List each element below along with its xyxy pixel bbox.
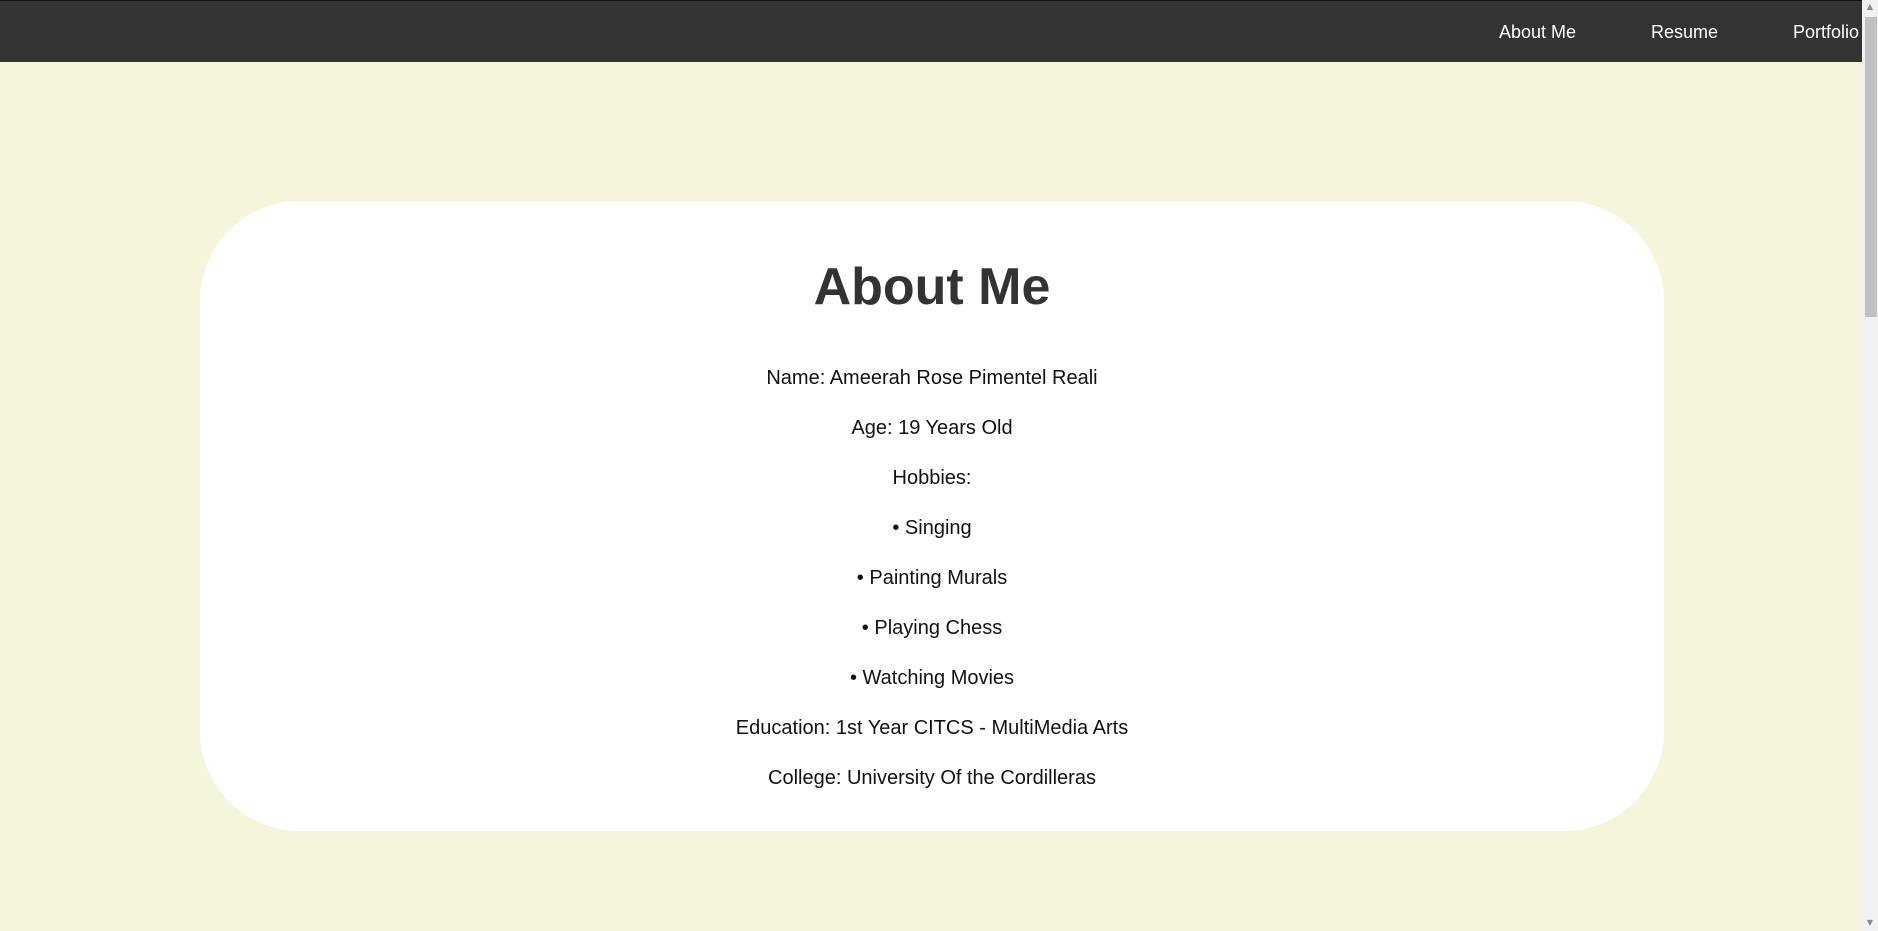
top-navbar: About Me Resume Portfolio: [0, 0, 1868, 62]
education-line: Education: 1st Year CITCS - MultiMedia A…: [735, 717, 1129, 739]
hobby-item-painting-murals: • Painting Murals: [856, 567, 1008, 589]
nav-link-about-me[interactable]: About Me: [1499, 21, 1576, 43]
name-line: Name: Ameerah Rose Pimentel Reali: [766, 367, 1098, 389]
hobby-item-singing: • Singing: [892, 517, 972, 539]
scrollbar-thumb[interactable]: [1865, 17, 1877, 317]
hobby-item-watching-movies: • Watching Movies: [849, 667, 1015, 689]
about-me-card: About Me Name: Ameerah Rose Pimentel Rea…: [200, 201, 1664, 831]
vertical-scrollbar[interactable]: ▲ ▼: [1862, 0, 1878, 931]
chevron-down-icon[interactable]: ▼: [1865, 918, 1875, 928]
nav-link-resume[interactable]: Resume: [1651, 21, 1718, 43]
nav-link-portfolio[interactable]: Portfolio: [1793, 21, 1859, 43]
college-line: College: University Of the Cordilleras: [768, 767, 1096, 789]
page-title: About Me: [813, 258, 1051, 316]
age-line: Age: 19 Years Old: [851, 417, 1013, 439]
hobbies-heading: Hobbies:: [892, 467, 972, 489]
page: About Me Resume Portfolio About Me Name:…: [0, 0, 1878, 931]
hobby-item-playing-chess: • Playing Chess: [861, 617, 1003, 639]
chevron-up-icon[interactable]: ▲: [1865, 2, 1875, 12]
